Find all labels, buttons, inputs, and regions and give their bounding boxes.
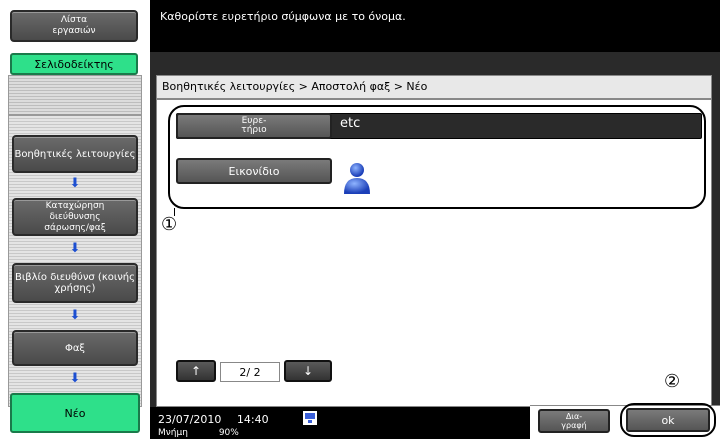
- icon-button-label: Εικονίδιο: [228, 164, 280, 178]
- arrow-down-icon: ⬇: [69, 241, 81, 256]
- index-button-label: Ευρε- τήριο: [241, 116, 267, 135]
- step-address-book-label: Βιβλίο διευθύνσ (κοινής χρήσης): [15, 272, 136, 294]
- step-address-reg-button[interactable]: Καταχώρηση διεύθυνσης σάρωσης/φαξ: [12, 198, 138, 236]
- page-up-button[interactable]: ↑: [176, 360, 216, 382]
- callout-1: ①: [161, 214, 178, 235]
- step-address-reg-label: Καταχώρηση διεύθυνσης σάρωσης/φαξ: [44, 200, 106, 233]
- ok-button[interactable]: ok: [626, 408, 710, 432]
- date-text: 23/07/2010: [158, 413, 222, 426]
- instruction-message: Καθορίστε ευρετήριο σύμφωνα με το όνομα.: [160, 10, 406, 23]
- footer-datetime: 23/07/2010 14:40: [158, 413, 358, 426]
- breadcrumb: Βοηθητικές λειτουργίες > Αποστολή φαξ > …: [156, 75, 712, 99]
- step-utility-button[interactable]: Βοηθητικές λειτουργίες: [12, 135, 138, 173]
- arrow-down-icon: ⬇: [69, 308, 81, 323]
- step-utility-label: Βοηθητικές λειτουργίες: [14, 148, 136, 160]
- page-indicator: 2/ 2: [220, 362, 280, 382]
- arrow-down-icon: ⬇: [69, 176, 81, 191]
- time-text: 14:40: [236, 413, 269, 426]
- bookmark-label: Σελιδοδείκτης: [34, 57, 114, 71]
- breadcrumb-text: Βοηθητικές λειτουργίες > Αποστολή φαξ > …: [162, 80, 428, 93]
- delete-button[interactable]: Δια- γραφή: [538, 409, 610, 433]
- memory-label: Μνήμη: [158, 428, 188, 438]
- bookmark-panel: [8, 75, 142, 115]
- callout-2: ②: [664, 371, 681, 392]
- arrow-down-icon: ↓: [302, 364, 314, 378]
- delete-label: Δια- γραφή: [561, 412, 587, 430]
- step-new-button[interactable]: Νέο: [10, 393, 140, 433]
- person-icon: [340, 160, 374, 196]
- job-list-label: Λίστα εργασιών: [52, 15, 96, 36]
- footer-memory: Μνήμη 90%: [158, 428, 358, 439]
- step-address-book-button[interactable]: Βιβλίο διευθύνσ (κοινής χρήσης): [12, 263, 138, 303]
- page-down-button[interactable]: ↓: [284, 360, 332, 382]
- memory-value: 90%: [218, 428, 239, 438]
- step-fax-label: Φαξ: [64, 342, 86, 354]
- arrow-down-icon: ⬇: [69, 371, 81, 386]
- index-button[interactable]: Ευρε- τήριο: [176, 113, 332, 139]
- bookmark-button[interactable]: Σελιδοδείκτης: [10, 53, 138, 75]
- step-new-label: Νέο: [64, 406, 86, 420]
- ok-label: ok: [661, 413, 675, 427]
- step-fax-button[interactable]: Φαξ: [12, 330, 138, 366]
- network-icon: [303, 410, 317, 425]
- arrow-up-icon: ↑: [190, 364, 202, 378]
- callout-1-line: [174, 208, 175, 216]
- job-list-button[interactable]: Λίστα εργασιών: [10, 10, 138, 42]
- icon-button[interactable]: Εικονίδιο: [176, 158, 332, 184]
- index-value: etc: [340, 116, 361, 131]
- message-bar: Καθορίστε ευρετήριο σύμφωνα με το όνομα.: [150, 0, 720, 52]
